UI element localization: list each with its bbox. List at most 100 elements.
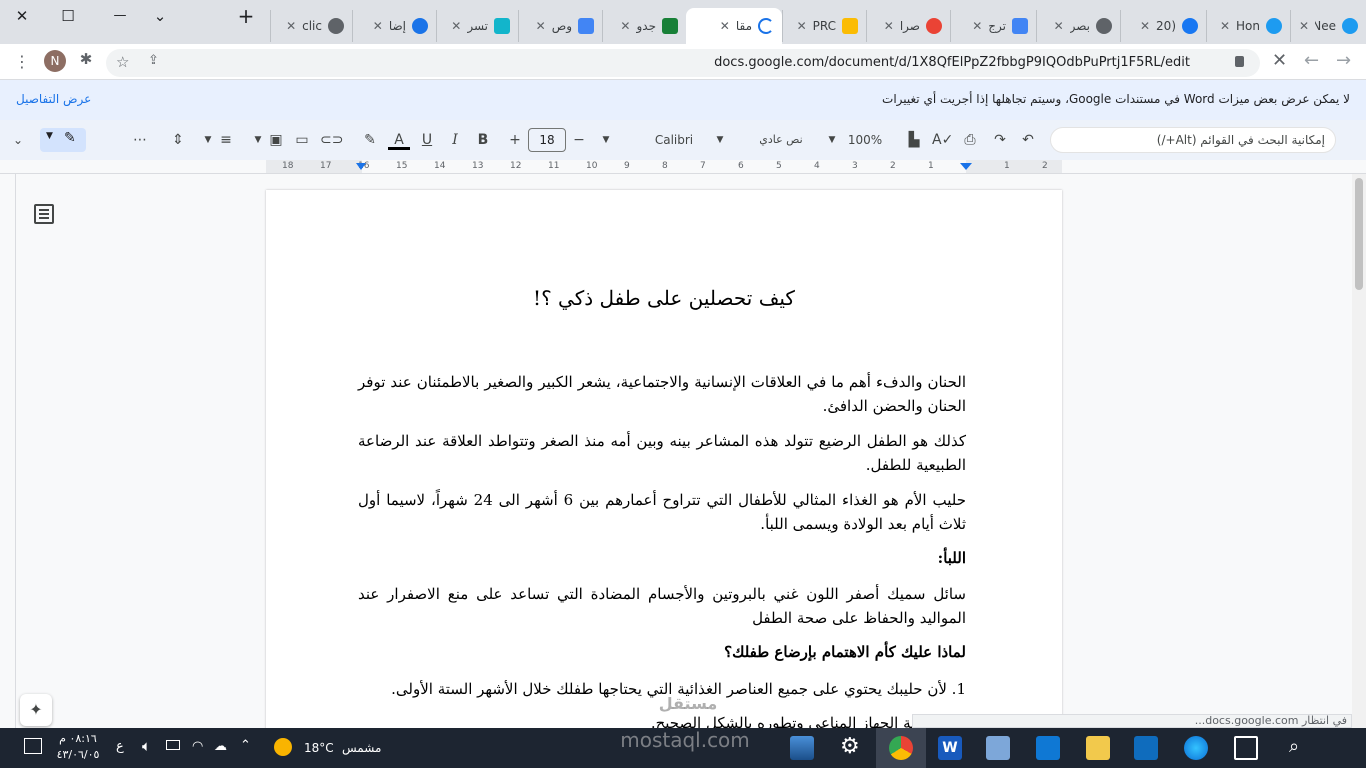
edge-icon[interactable]: [1184, 736, 1208, 760]
bookmark-star-icon[interactable]: ☆: [116, 53, 129, 71]
share-icon[interactable]: ⇪: [148, 53, 159, 68]
zoom-chevron-icon[interactable]: ▼: [826, 130, 838, 150]
tab-close-icon[interactable]: ✕: [720, 19, 730, 33]
document-paragraph[interactable]: الحنان والدفء أهم ما في العلاقات الإنسان…: [358, 370, 966, 418]
underline-icon[interactable]: U: [418, 130, 436, 150]
font-chevron-icon[interactable]: ▼: [600, 130, 612, 150]
tab-close-icon[interactable]: ✕: [451, 19, 461, 33]
zoom-select[interactable]: 100%: [846, 130, 884, 150]
tab-close-icon[interactable]: ✕: [1054, 19, 1064, 33]
tab-search-chevron-icon[interactable]: ⌄: [150, 6, 170, 26]
vertical-scrollbar[interactable]: [1352, 174, 1366, 728]
left-indent-marker[interactable]: [356, 163, 366, 170]
highlight-icon[interactable]: ✎: [360, 130, 380, 150]
tab-close-icon[interactable]: ✕: [1140, 19, 1150, 33]
tab-close-icon[interactable]: ✕: [972, 19, 982, 33]
sun-icon[interactable]: [274, 738, 292, 756]
tab-close-icon[interactable]: ✕: [620, 19, 630, 33]
menu-search-input[interactable]: إمكانية البحث في القوائم (Alt+/): [1050, 127, 1336, 153]
tab-11[interactable]: ✕ إضا: [352, 10, 436, 42]
document-page[interactable]: كيف تحصلين على طفل ذكي ؟! الحنان والدفء …: [266, 190, 1062, 750]
temperature-text[interactable]: 18°C: [304, 741, 334, 755]
explore-sparkle-icon[interactable]: ✦: [20, 694, 52, 726]
tab-close-icon[interactable]: ✕: [536, 19, 546, 33]
details-link[interactable]: عرض التفاصيل: [16, 92, 91, 106]
stop-icon[interactable]: ✕: [1272, 50, 1287, 71]
tab-6[interactable]: ✕ PRC: [782, 10, 866, 42]
tab-3[interactable]: ✕ بصر: [1036, 10, 1120, 42]
show-hidden-icons-chevron-icon[interactable]: ⌃: [240, 738, 251, 753]
right-indent-marker[interactable]: [960, 163, 972, 170]
align-icon[interactable]: ≡: [216, 130, 236, 150]
tab-close-icon[interactable]: ✕: [797, 19, 807, 33]
tab-0[interactable]: ✕ Nee: [1290, 10, 1366, 42]
word-icon[interactable]: W: [938, 736, 962, 760]
tab-close-icon[interactable]: ✕: [1220, 19, 1230, 33]
tab-8[interactable]: ✕ جدو: [602, 10, 686, 42]
align-chevron-icon[interactable]: ▼: [252, 130, 264, 150]
more-tools-button[interactable]: ⋯: [130, 130, 150, 150]
task-view-icon[interactable]: [1234, 736, 1258, 760]
document-paragraph[interactable]: كذلك هو الطفل الرضيع تتولد هذه المشاعر ب…: [358, 429, 966, 477]
font-select[interactable]: Calibri: [646, 130, 702, 150]
extensions-icon[interactable]: ✱: [76, 50, 96, 70]
tab-close-icon[interactable]: ✕: [884, 19, 894, 33]
file-explorer-icon[interactable]: [1086, 736, 1110, 760]
scrollbar-thumb[interactable]: [1355, 178, 1363, 290]
profile-avatar[interactable]: N: [44, 50, 66, 72]
lock-icon[interactable]: [1235, 56, 1244, 67]
clock-time[interactable]: ٠٨:١٦ م: [52, 732, 104, 745]
undo-icon[interactable]: ↶: [1018, 130, 1038, 150]
omnibox[interactable]: ☆ ⇪ docs.google.com/document/d/1X8QfElPp…: [106, 49, 1260, 77]
new-tab-button[interactable]: +: [236, 6, 256, 26]
style-select[interactable]: نص عادي: [746, 130, 816, 150]
italic-icon[interactable]: I: [446, 130, 464, 150]
control-panel-icon[interactable]: [986, 736, 1010, 760]
menu-dots-icon[interactable]: ⋮: [12, 52, 32, 72]
clock-date[interactable]: ٤٣/٠٦/٠٥: [52, 748, 104, 761]
tab-1[interactable]: ✕ Hon: [1206, 10, 1290, 42]
tab-close-icon[interactable]: ✕: [286, 19, 296, 33]
font-size-input[interactable]: 18: [528, 128, 566, 152]
line-spacing-icon[interactable]: ⇕: [168, 130, 188, 150]
text-color-icon[interactable]: A: [388, 130, 410, 150]
spacing-chevron-icon[interactable]: ▼: [202, 130, 214, 150]
style-chevron-icon[interactable]: ▼: [714, 130, 726, 150]
forward-icon[interactable]: ←: [1304, 50, 1319, 71]
increase-font-icon[interactable]: +: [506, 130, 524, 150]
tab-12[interactable]: ✕ clic: [270, 10, 352, 42]
tab-2[interactable]: ✕ (20: [1120, 10, 1206, 42]
wifi-icon[interactable]: ◠: [192, 739, 203, 754]
tab-5[interactable]: ✕ صرا: [866, 10, 950, 42]
close-window-button[interactable]: ✕: [12, 6, 32, 26]
tab-4[interactable]: ✕ ترج: [950, 10, 1036, 42]
horizontal-ruler[interactable]: 18 17 16 15 14 13 12 11 10 9 8 7 6 5 4 3 2 1 1 2: [0, 160, 1366, 174]
tab-close-icon[interactable]: ✕: [373, 19, 383, 33]
comment-icon[interactable]: ▭: [292, 130, 312, 150]
url-text[interactable]: docs.google.com/document/d/1X8QfElPpZ2fb…: [714, 55, 1190, 70]
store-icon[interactable]: [1134, 736, 1158, 760]
bold-icon[interactable]: B: [474, 130, 492, 150]
settings-gear-icon[interactable]: ⚙: [840, 734, 860, 759]
document-outline-icon[interactable]: [34, 204, 54, 224]
tab-7[interactable]: ✕ مقا: [686, 8, 782, 44]
collapse-menu-icon[interactable]: ⌄: [8, 130, 28, 150]
paint-format-icon[interactable]: ▙: [904, 130, 924, 150]
vertical-ruler[interactable]: [0, 174, 16, 728]
editing-mode-button[interactable]: ▼ ✎: [40, 128, 86, 152]
redo-icon[interactable]: ↷: [990, 130, 1010, 150]
weather-text[interactable]: مشمس: [342, 741, 381, 755]
language-indicator[interactable]: ع: [116, 739, 124, 754]
back-icon[interactable]: →: [1336, 50, 1351, 71]
onedrive-cloud-icon[interactable]: ☁: [214, 739, 227, 754]
photos-icon[interactable]: [790, 736, 814, 760]
chrome-taskbar-item[interactable]: [876, 728, 926, 768]
tab-10[interactable]: ✕ تسر: [436, 10, 518, 42]
document-paragraph[interactable]: لماذا عليك كأم الاهتمام بإرضاع طفلك؟: [358, 640, 966, 664]
link-icon[interactable]: ⊂⊃: [320, 130, 343, 150]
tab-9[interactable]: ✕ وص: [518, 10, 602, 42]
minimize-window-button[interactable]: —: [110, 6, 130, 26]
tab-close-icon[interactable]: ✕: [1299, 19, 1309, 33]
document-paragraph[interactable]: حليب الأم هو الغذاء المثالي للأطفال التي…: [358, 488, 966, 536]
volume-icon[interactable]: 🔈︎: [142, 737, 151, 755]
